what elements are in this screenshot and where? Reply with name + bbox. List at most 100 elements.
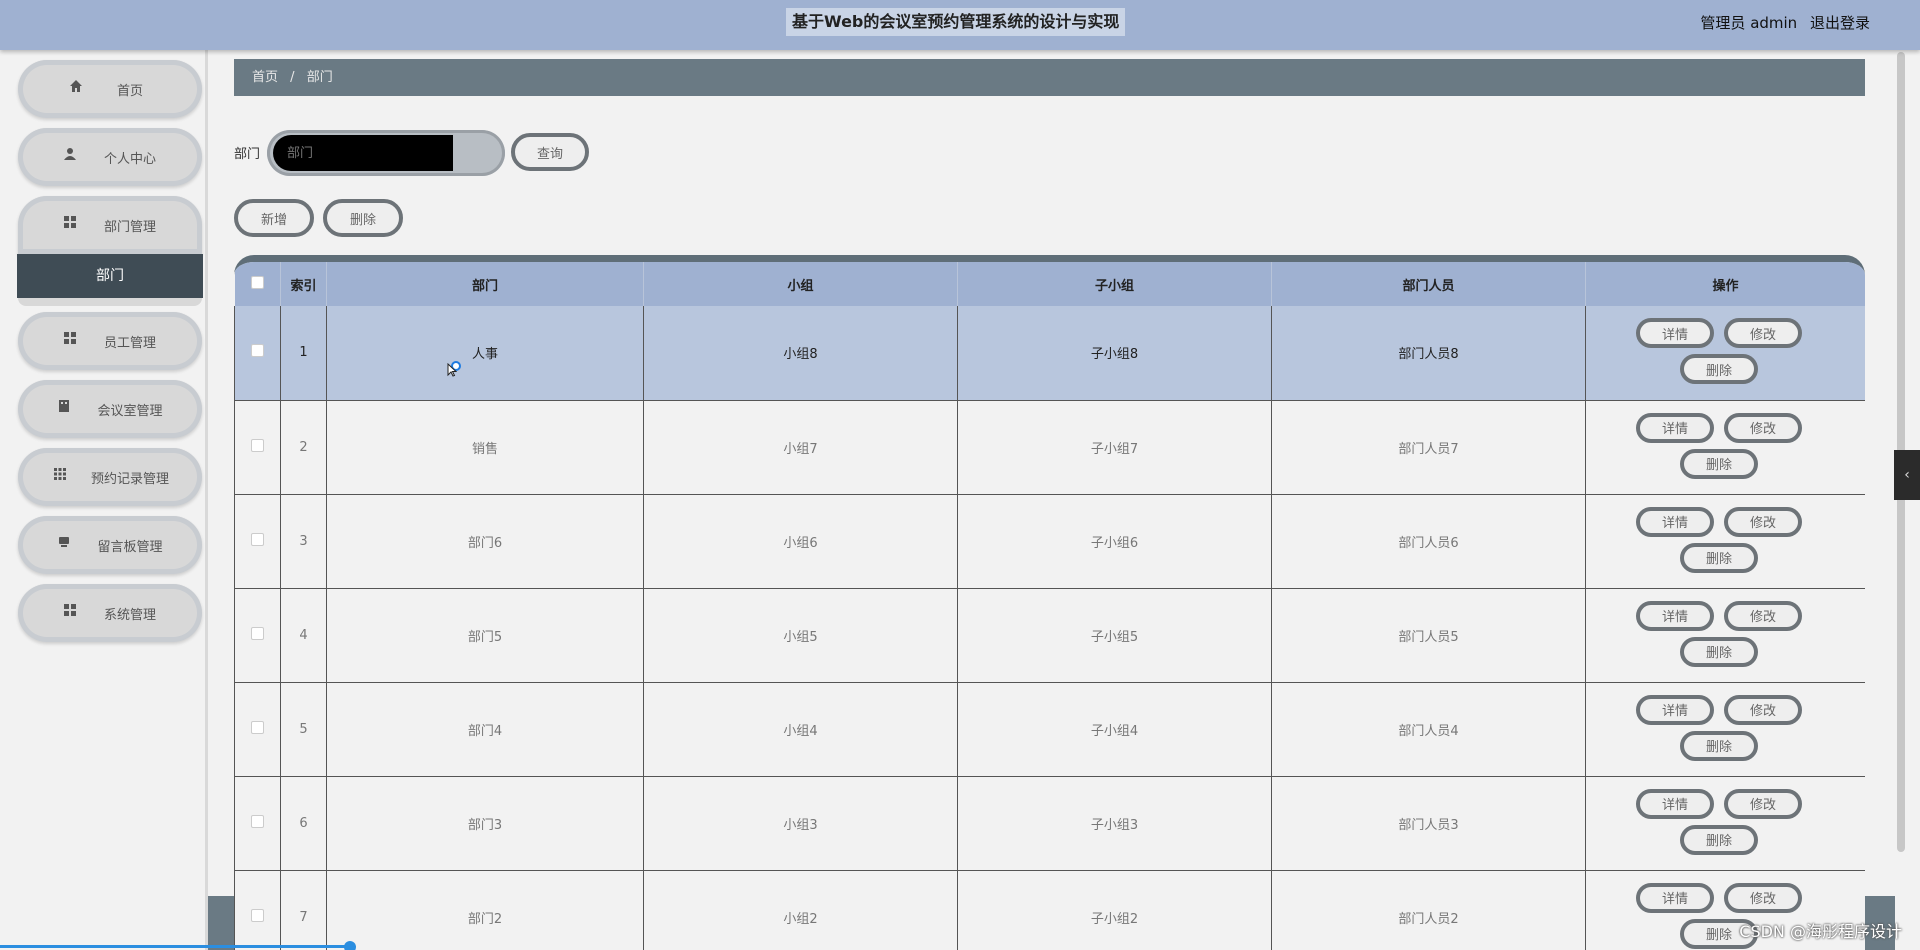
row-select-cell	[234, 776, 281, 871]
search-field-wrapper	[267, 130, 505, 176]
row-checkbox[interactable]	[251, 720, 264, 734]
sidebar: 首页 个人中心 部门管理 部门 员工管理 会议室管理 预约记录管理 留言板管理 …	[10, 50, 208, 950]
detail-button[interactable]: 详情	[1636, 318, 1714, 348]
sidebar-item-label: 系统管理	[103, 607, 156, 623]
sidebar-item-label: 预约记录管理	[90, 471, 169, 487]
video-progress-bar[interactable]	[0, 945, 350, 948]
home-icon	[68, 79, 84, 95]
row-checkbox[interactable]	[251, 626, 264, 640]
edit-button[interactable]: 修改	[1724, 600, 1802, 631]
delete-button[interactable]: 删除	[1680, 730, 1758, 761]
cell-members: 部门人员2	[1271, 870, 1586, 950]
sidebar-item-staff-management[interactable]: 员工管理	[18, 312, 202, 370]
cell-index: 3	[280, 494, 327, 589]
cell-actions: 详情 修改 删除	[1585, 306, 1865, 401]
breadcrumb-home[interactable]: 首页	[252, 70, 278, 85]
sidebar-item-room-management[interactable]: 会议室管理	[18, 380, 202, 438]
cell-index: 2	[280, 400, 327, 495]
row-select-cell	[234, 400, 281, 495]
progress-knob[interactable]	[344, 941, 356, 950]
row-select-cell	[234, 682, 281, 777]
cell-subgroup: 子小组3	[957, 776, 1272, 871]
select-all-checkbox[interactable]	[250, 275, 264, 289]
sidebar-item-profile[interactable]: 个人中心	[18, 128, 202, 186]
table-row[interactable]: 6 部门3 小组3 子小组3 部门人员3 详情 修改 删除	[234, 776, 1865, 871]
delete-button[interactable]: 删除	[1680, 636, 1758, 667]
cell-dept: 部门6	[326, 494, 644, 589]
detail-button[interactable]: 详情	[1636, 694, 1714, 725]
cell-subgroup: 子小组6	[957, 494, 1272, 589]
sidebar-item-label: 会议室管理	[97, 403, 163, 419]
cell-dept: 人事	[326, 306, 644, 401]
row-checkbox[interactable]	[251, 814, 264, 828]
cell-index: 7	[280, 870, 327, 950]
watermark: CSDN @海彤程序设计	[1739, 922, 1902, 941]
table-row[interactable]: 4 部门5 小组5 子小组5 部门人员5 详情 修改 删除	[234, 588, 1865, 683]
sidebar-item-message-management[interactable]: 留言板管理	[18, 516, 202, 574]
cell-group: 小组4	[643, 682, 958, 777]
sidebar-item-dept-management[interactable]: 部门管理	[18, 196, 202, 254]
row-select-cell	[234, 588, 281, 683]
row-checkbox[interactable]	[251, 908, 264, 922]
table-row[interactable]: 7 部门2 小组2 子小组2 部门人员2 详情 修改 删除	[234, 870, 1865, 950]
cell-index: 6	[280, 776, 327, 871]
row-select-cell	[234, 870, 281, 950]
logout-link[interactable]: 退出登录	[1810, 14, 1870, 32]
detail-button[interactable]: 详情	[1636, 506, 1714, 537]
edit-button[interactable]: 修改	[1724, 412, 1802, 443]
sidebar-item-system-management[interactable]: 系统管理	[18, 584, 202, 642]
cell-group: 小组2	[643, 870, 958, 950]
chevron-left-icon: ‹	[1904, 467, 1910, 483]
cell-subgroup: 子小组4	[957, 682, 1272, 777]
user-icon	[62, 147, 78, 163]
edit-button[interactable]: 修改	[1724, 882, 1802, 913]
row-checkbox[interactable]	[251, 532, 264, 546]
detail-button[interactable]: 详情	[1636, 600, 1714, 631]
table-row[interactable]: 5 部门4 小组4 子小组4 部门人员4 详情 修改 删除	[234, 682, 1865, 777]
row-checkbox[interactable]	[251, 344, 264, 358]
dept-table: 索引 部门 小组 子小组 部门人员 操作 1 人事 小组8 子小组8 部门人员8…	[234, 255, 1865, 950]
cell-group: 小组7	[643, 400, 958, 495]
row-select-cell	[234, 494, 281, 589]
column-header-index: 索引	[280, 262, 327, 306]
detail-button[interactable]: 详情	[1636, 788, 1714, 819]
submenu-bottom	[18, 298, 202, 306]
cell-actions: 详情 修改 删除	[1585, 588, 1865, 683]
top-header: 基于Web的会议室预约管理系统的设计与实现 管理员 admin 退出登录	[0, 0, 1920, 50]
cell-dept: 部门3	[326, 776, 644, 871]
cell-subgroup: 子小组8	[957, 306, 1272, 401]
cell-dept: 销售	[326, 400, 644, 495]
detail-button[interactable]: 详情	[1636, 882, 1714, 913]
edit-button[interactable]: 修改	[1724, 694, 1802, 725]
detail-button[interactable]: 详情	[1636, 412, 1714, 443]
submenu-item-dept[interactable]: 部门	[17, 254, 203, 298]
sidebar-item-label: 首页	[116, 83, 143, 99]
grid-icon	[62, 331, 78, 347]
cell-actions: 详情 修改 删除	[1585, 400, 1865, 495]
cell-dept: 部门2	[326, 870, 644, 950]
edit-button[interactable]: 修改	[1724, 318, 1802, 348]
edit-button[interactable]: 修改	[1724, 506, 1802, 537]
add-button[interactable]: 新增	[234, 199, 314, 237]
search-input[interactable]	[273, 135, 453, 171]
sidebar-item-label: 部门管理	[103, 219, 156, 235]
table-row[interactable]: 3 部门6 小组6 子小组6 部门人员6 详情 修改 删除	[234, 494, 1865, 589]
collapse-panel-button[interactable]: ‹	[1894, 450, 1920, 500]
query-button[interactable]: 查询	[511, 133, 589, 171]
delete-button[interactable]: 删除	[1680, 824, 1758, 855]
batch-delete-button[interactable]: 删除	[323, 199, 403, 237]
cell-actions: 详情 修改 删除	[1585, 776, 1865, 871]
mouse-cursor-icon	[447, 362, 458, 381]
row-select-cell	[234, 306, 281, 401]
table-row[interactable]: 1 人事 小组8 子小组8 部门人员8 详情 修改 删除	[234, 306, 1865, 401]
delete-button[interactable]: 删除	[1680, 354, 1758, 384]
cell-subgroup: 子小组7	[957, 400, 1272, 495]
table-row[interactable]: 2 销售 小组7 子小组7 部门人员7 详情 修改 删除	[234, 400, 1865, 495]
sidebar-item-home[interactable]: 首页	[18, 60, 202, 118]
cell-index: 5	[280, 682, 327, 777]
delete-button[interactable]: 删除	[1680, 448, 1758, 479]
sidebar-item-booking-management[interactable]: 预约记录管理	[18, 448, 202, 506]
row-checkbox[interactable]	[251, 438, 264, 452]
delete-button[interactable]: 删除	[1680, 542, 1758, 573]
edit-button[interactable]: 修改	[1724, 788, 1802, 819]
